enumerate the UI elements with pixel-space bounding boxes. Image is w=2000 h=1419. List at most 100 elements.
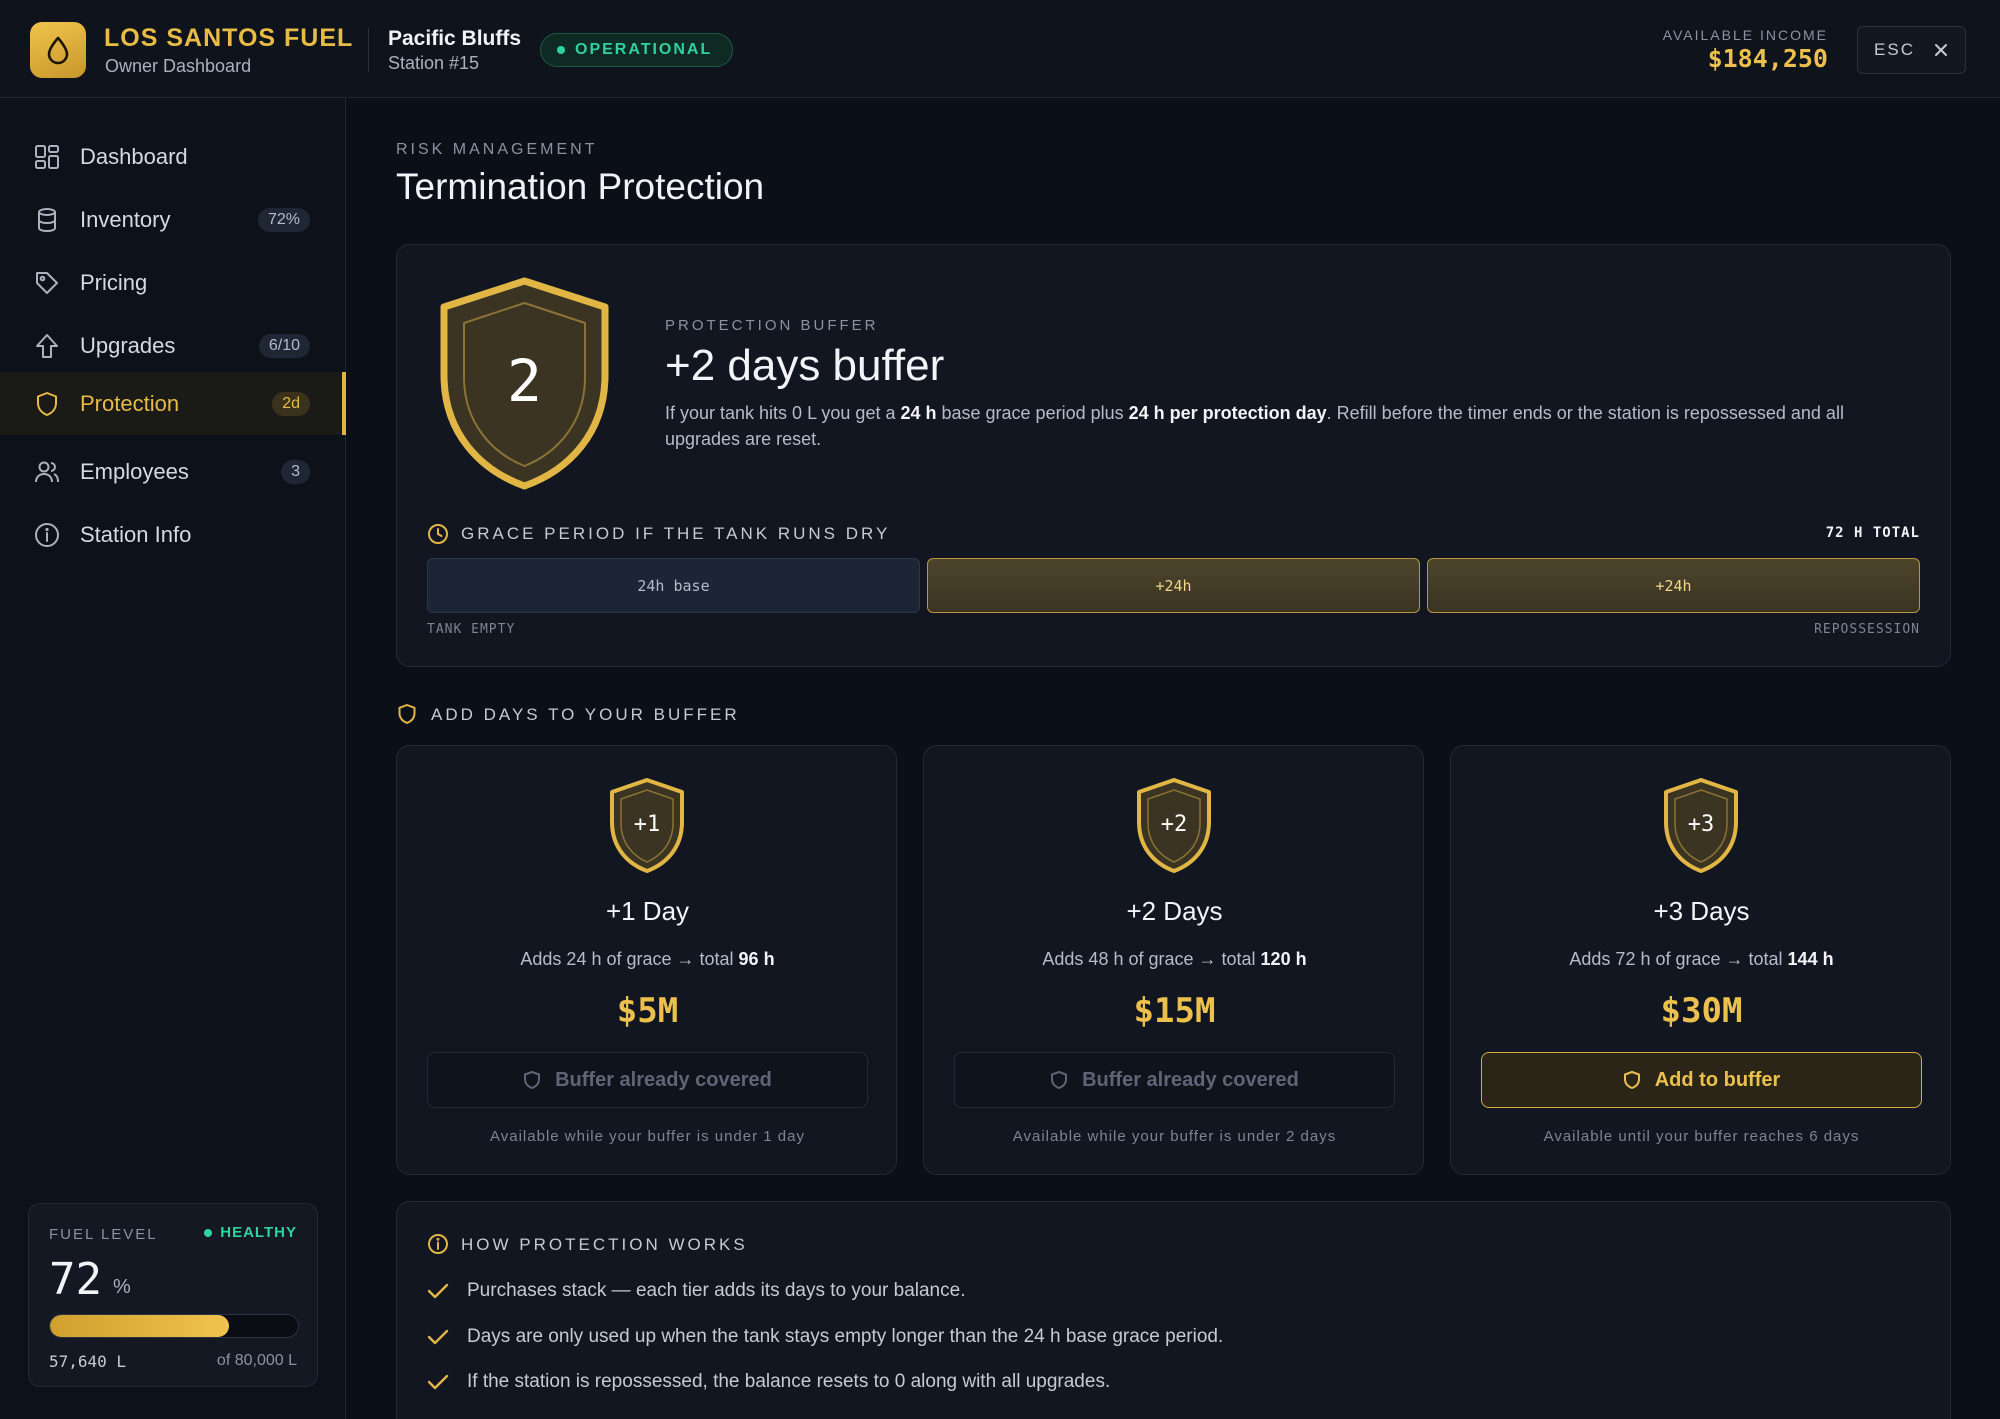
sidebar-item-label: Inventory	[80, 206, 171, 232]
sidebar-item-label: Station Info	[80, 521, 192, 547]
sidebar-item-inventory[interactable]: Inventory 72%	[0, 188, 346, 251]
button-label: Buffer already covered	[1082, 1068, 1299, 1091]
sidebar-item-label: Protection	[80, 390, 180, 416]
arrow-up-icon	[36, 334, 58, 358]
timeline-end-caption: REPOSSESSION	[1814, 622, 1920, 637]
info-icon	[35, 523, 59, 547]
page-title: Termination Protection	[396, 166, 765, 207]
sidebar-item-pricing[interactable]: Pricing	[0, 251, 346, 314]
fuel-level-label: FUEL LEVEL	[49, 1226, 158, 1243]
buffer-eyebrow: PROTECTION BUFFER	[665, 317, 879, 334]
sidebar-item-badge: 72%	[257, 207, 310, 232]
station-number: Station #15	[388, 53, 480, 73]
sidebar-item-badge: 6/10	[258, 333, 310, 358]
sidebar-item-protection[interactable]: Protection 2d	[0, 372, 346, 435]
users-icon	[35, 461, 59, 483]
close-icon	[1934, 44, 1947, 56]
grace-period-label: GRACE PERIOD IF THE TANK RUNS DRY	[461, 524, 891, 543]
buffer-covered-button[interactable]: Buffer already covered	[954, 1052, 1395, 1108]
tier-shield-icon: +1	[610, 778, 684, 873]
tier-note: Available while your buffer is under 2 d…	[1012, 1128, 1337, 1145]
tier-card-2-days: +2 +2 Days Adds 48 h of grace → total 12…	[923, 745, 1424, 1175]
database-icon	[38, 208, 56, 233]
top-bar: LOS SANTOS FUEL Owner Dashboard Pacific …	[0, 0, 2000, 98]
fuel-capacity: of 80,000 L	[216, 1352, 297, 1369]
clock-icon	[428, 524, 448, 544]
income-label: AVAILABLE INCOME	[1662, 27, 1828, 43]
header-divider	[368, 28, 369, 72]
sidebar-item-dashboard[interactable]: Dashboard	[0, 125, 346, 188]
fuel-drop-icon	[30, 22, 86, 78]
sidebar-item-station-info[interactable]: Station Info	[0, 503, 346, 566]
list-item: Days are only used up when the tank stay…	[427, 1326, 1223, 1348]
svg-text:+1: +1	[634, 812, 661, 837]
sidebar-item-upgrades[interactable]: Upgrades 6/10	[0, 314, 346, 377]
protection-shield-icon: 2	[440, 277, 609, 490]
tier-note: Available while your buffer is under 1 d…	[490, 1128, 805, 1145]
fuel-progress-fill	[50, 1315, 229, 1337]
status-badge: OPERATIONAL	[540, 33, 734, 67]
grace-segment-extra: +24h	[927, 558, 1420, 613]
grace-segment-extra: +24h	[1427, 558, 1920, 613]
shield-icon	[37, 392, 57, 416]
buffer-covered-button[interactable]: Buffer already covered	[427, 1052, 868, 1108]
tier-card-1-day: +1 +1 Day Adds 24 h of grace → total 96 …	[396, 745, 897, 1175]
check-icon	[427, 1374, 449, 1390]
income-value: $184,250	[1707, 44, 1828, 73]
list-item: Purchases stack — each tier adds its day…	[427, 1280, 965, 1302]
svg-text:+2: +2	[1161, 812, 1188, 837]
sidebar-item-label: Upgrades	[80, 332, 176, 358]
brand-subtitle: Owner Dashboard	[105, 56, 252, 76]
tier-description: Adds 24 h of grace → total 96 h	[520, 949, 775, 969]
timeline-start-caption: TANK EMPTY	[427, 622, 516, 637]
status-dot-icon	[204, 1228, 213, 1237]
grace-segment-base: 24h base	[427, 558, 920, 613]
tier-name: +3 Days	[1653, 896, 1750, 926]
add-days-section-label: ADD DAYS TO YOUR BUFFER	[431, 705, 740, 724]
station-name: Pacific Bluffs	[388, 27, 522, 50]
tier-shield-icon: +2	[1137, 778, 1211, 873]
tag-icon	[36, 272, 58, 294]
brand-title: LOS SANTOS FUEL	[104, 24, 354, 52]
button-label: Add to buffer	[1654, 1068, 1781, 1091]
how-protection-works-label: HOW PROTECTION WORKS	[461, 1235, 748, 1254]
tier-shield-icon: +3	[1664, 778, 1738, 873]
tier-name: +2 Days	[1126, 896, 1223, 926]
hero-shield-number: 2	[507, 347, 542, 415]
fuel-quantity: 57,640 L	[49, 1352, 127, 1371]
sidebar-item-label: Pricing	[80, 269, 148, 295]
tier-name: +1 Day	[605, 896, 690, 926]
sidebar-item-label: Employees	[80, 458, 189, 484]
close-button[interactable]: ESC	[1857, 26, 1966, 74]
tier-note: Available until your buffer reaches 6 da…	[1543, 1128, 1860, 1145]
add-to-buffer-button[interactable]: Add to buffer	[1481, 1052, 1922, 1108]
fuel-status-badge: HEALTHY	[204, 1224, 297, 1241]
sidebar: Dashboard Inventory 72% Pricing Upgrades…	[0, 98, 346, 1419]
tier-card-3-days: +3 +3 Days Adds 72 h of grace → total 14…	[1450, 745, 1951, 1175]
shield-icon	[1051, 1071, 1068, 1089]
svg-text:+3: +3	[1688, 812, 1715, 837]
page-eyebrow: RISK MANAGEMENT	[396, 141, 598, 158]
button-label: Buffer already covered	[555, 1068, 772, 1091]
list-item: If the station is repossessed, the balan…	[427, 1371, 1110, 1393]
sidebar-item-badge: 3	[281, 459, 310, 484]
sidebar-item-employees[interactable]: Employees 3	[0, 440, 346, 503]
shield-icon	[398, 704, 416, 724]
sidebar-item-badge: 2d	[272, 391, 310, 416]
sidebar-item-label: Dashboard	[80, 143, 188, 169]
fuel-percent: 72	[49, 1254, 102, 1305]
tier-price: $15M	[1133, 991, 1216, 1031]
fuel-percent-unit: %	[113, 1276, 131, 1298]
buffer-description: If your tank hits 0 L you get a 24 h bas…	[665, 403, 1844, 449]
check-icon	[427, 1329, 449, 1345]
info-icon	[428, 1234, 448, 1254]
buffer-title: +2 days buffer	[665, 341, 945, 390]
tier-description: Adds 48 h of grace → total 120 h	[1042, 949, 1307, 969]
close-button-label: ESC	[1874, 40, 1915, 59]
tier-price: $5M	[616, 991, 679, 1031]
how-protection-works-panel: HOW PROTECTION WORKS Purchases stack — e…	[396, 1201, 1951, 1419]
fuel-status-text: HEALTHY	[220, 1224, 297, 1241]
check-icon	[427, 1283, 449, 1299]
shield-icon	[524, 1071, 541, 1089]
status-dot-icon	[557, 46, 565, 54]
